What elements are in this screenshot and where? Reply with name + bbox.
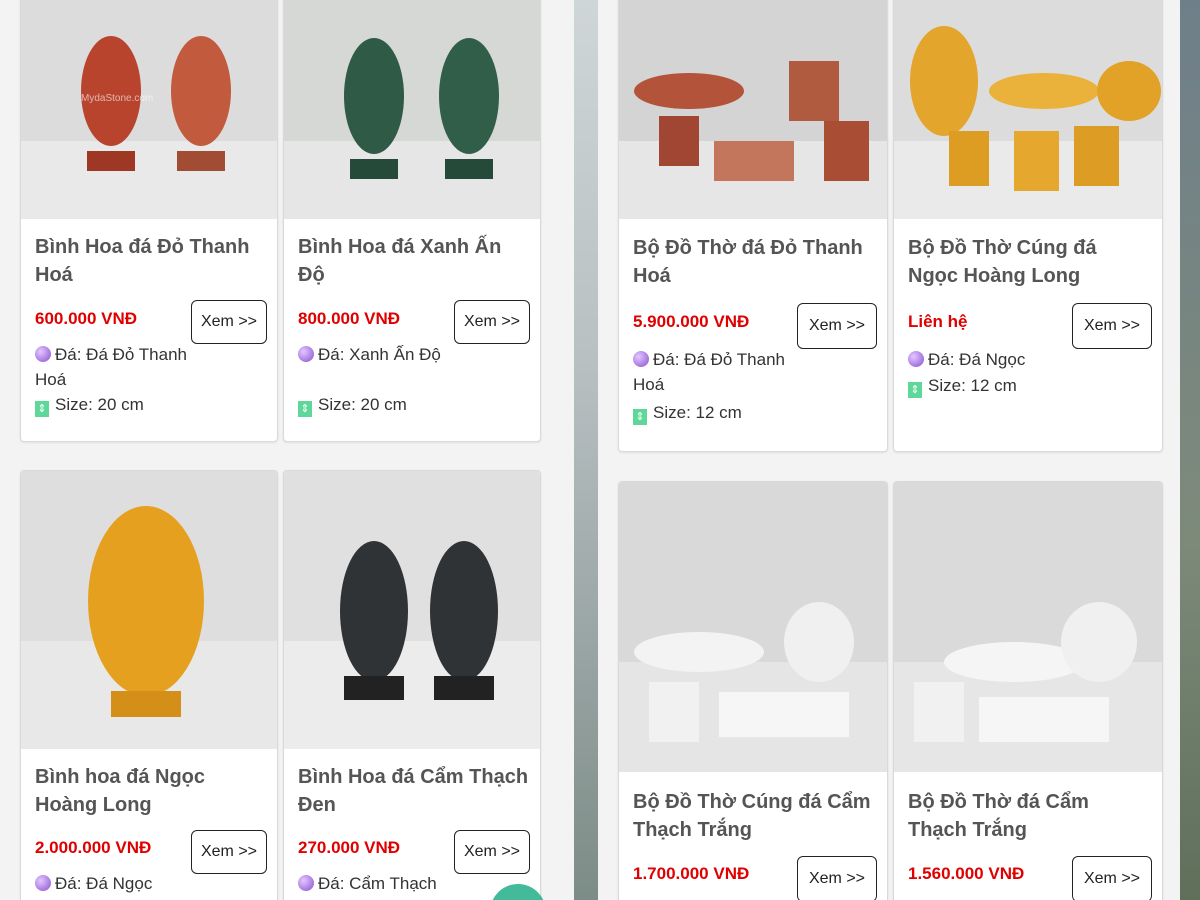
size-spec: ⇕ Size: 20 cm [35,392,195,417]
ruler-icon: ⇕ [633,409,647,425]
product-price: 800.000 VNĐ [298,309,401,328]
ruler-icon: ⇕ [298,401,312,417]
stone-text: Đá: Đá Ngọc [928,350,1026,369]
gem-icon [298,875,314,891]
size-text: Size: 12 cm [928,376,1017,395]
right-product-grid: Bộ Đồ Thờ đá Đỏ Thanh Hoá 5.900.000 VNĐ … [598,0,1180,900]
product-price: 2.000.000 VNĐ [35,838,152,857]
stone-spec: Đá: Đá Đỏ Thanh Hoá [633,347,805,397]
product-price: 270.000 VNĐ [298,838,401,857]
view-button[interactable]: Xem >> [797,303,877,349]
product-image[interactable] [284,471,540,749]
product-card[interactable]: Bộ Đồ Thờ Cúng đá Ngọc Hoàng Long Liên h… [893,0,1163,452]
stone-spec: Đá: Đá Ngọc [908,347,1080,372]
view-button[interactable]: Xem >> [797,856,877,900]
product-image[interactable] [619,0,887,219]
product-title[interactable]: Bình Hoa đá Cẩm Thạch Đen [298,763,530,819]
size-spec: ⇕ Size: 12 cm [633,400,805,425]
stone-spec: Đá: Đá Đỏ Thanh Hoá [35,342,195,392]
size-text: Size: 20 cm [318,395,407,414]
size-spec: ⇕ Size: 20 cm [298,392,458,417]
divider [574,0,598,900]
product-title[interactable]: Bình hoa đá Ngọc Hoàng Long [35,763,267,819]
gem-icon [35,346,51,362]
stone-text: Đá: Đá Ngọc [55,874,153,893]
size-text: Size: 12 cm [653,403,742,422]
product-price: 1.700.000 VNĐ [633,864,750,883]
stone-spec: Đá: Xanh Ấn Độ [298,342,458,367]
size-text: Size: 20 cm [55,395,144,414]
stone-spec: Đá: Đá Ngọc [35,871,195,896]
stone-text: Đá: Cẩm Thạch [318,874,437,893]
product-image[interactable] [619,482,887,772]
product-title[interactable]: Bộ Đồ Thờ đá Đỏ Thanh Hoá [633,234,877,290]
stone-text: Đá: Đá Đỏ Thanh Hoá [633,350,785,394]
product-image[interactable] [894,0,1162,219]
product-card[interactable]: MydaStone.com Bình Hoa đá Đỏ Thanh Hoá 6… [20,0,278,442]
watermark: MydaStone.com [81,93,153,104]
product-title[interactable]: Bộ Đồ Thờ Cúng đá Ngọc Hoàng Long [908,234,1152,290]
product-title[interactable]: Bình Hoa đá Xanh Ấn Độ [298,233,530,289]
view-button[interactable]: Xem >> [1072,303,1152,349]
product-title[interactable]: Bình Hoa đá Đỏ Thanh Hoá [35,233,267,289]
product-price: 600.000 VNĐ [35,309,138,328]
view-button[interactable]: Xem >> [1072,856,1152,900]
left-product-grid: MydaStone.com Bình Hoa đá Đỏ Thanh Hoá 6… [0,0,574,900]
stone-text: Đá: Đá Đỏ Thanh Hoá [35,345,187,389]
background-edge [1180,0,1200,900]
ruler-icon: ⇕ [908,382,922,398]
product-price: Liên hệ [908,312,968,331]
gem-icon [633,351,649,367]
product-price: 5.900.000 VNĐ [633,312,750,331]
stone-text: Đá: Xanh Ấn Độ [318,345,441,364]
view-button[interactable]: Xem >> [191,300,267,344]
product-card[interactable]: Bộ Đồ Thờ đá Đỏ Thanh Hoá 5.900.000 VNĐ … [618,0,888,452]
product-card[interactable]: Bình hoa đá Ngọc Hoàng Long 2.000.000 VN… [20,470,278,900]
product-image[interactable] [284,0,540,219]
product-card[interactable]: Bình Hoa đá Cẩm Thạch Đen 270.000 VNĐ Xe… [283,470,541,900]
product-card[interactable]: Bộ Đồ Thờ đá Cẩm Thạch Trắng 1.560.000 V… [893,481,1163,900]
product-title[interactable]: Bộ Đồ Thờ đá Cẩm Thạch Trắng [908,788,1152,844]
stone-spec: Đá: Cẩm Thạch [298,871,458,896]
product-card[interactable]: Bộ Đồ Thờ Cúng đá Cẩm Thạch Trắng 1.700.… [618,481,888,900]
product-title[interactable]: Bộ Đồ Thờ Cúng đá Cẩm Thạch Trắng [633,788,877,844]
product-price: 1.560.000 VNĐ [908,864,1025,883]
view-button[interactable]: Xem >> [191,830,267,874]
product-image[interactable]: MydaStone.com [21,0,277,219]
view-button[interactable]: Xem >> [454,830,530,874]
gem-icon [35,875,51,891]
gem-icon [908,351,924,367]
gem-icon [298,346,314,362]
view-button[interactable]: Xem >> [454,300,530,344]
product-card[interactable]: Bình Hoa đá Xanh Ấn Độ 800.000 VNĐ Xem >… [283,0,541,442]
product-image[interactable] [894,482,1162,772]
ruler-icon: ⇕ [35,401,49,417]
size-spec: ⇕ Size: 12 cm [908,373,1080,398]
product-image[interactable] [21,471,277,749]
